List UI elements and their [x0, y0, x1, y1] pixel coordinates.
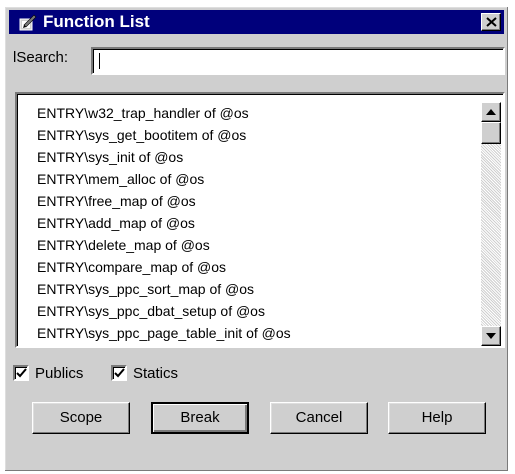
break-button[interactable]: Break — [151, 402, 249, 434]
search-label: lSearch: — [13, 49, 69, 66]
scroll-down-button[interactable] — [481, 326, 501, 346]
function-listbox[interactable]: ENTRY\w32_trap_handler of @os ENTRY\sys_… — [15, 92, 505, 348]
statics-checkbox[interactable] — [111, 365, 127, 381]
publics-label: Publics — [35, 364, 84, 382]
text-caret — [99, 53, 100, 69]
window-title: Function List — [43, 12, 150, 31]
scroll-up-button[interactable] — [481, 102, 501, 122]
list-item[interactable]: ENTRY\sys_ppc_sort_map of @os — [37, 278, 477, 300]
list-item[interactable]: ENTRY\delete_map of @os — [37, 234, 477, 256]
list-item[interactable]: ENTRY\sys_get_bootitem of @os — [37, 124, 477, 146]
arrow-down-icon — [486, 333, 496, 339]
arrow-up-icon — [486, 109, 496, 115]
checkmark-icon — [16, 368, 27, 378]
checkmark-icon — [114, 368, 125, 378]
statics-label: Statics — [133, 364, 179, 382]
scope-button[interactable]: Scope — [32, 402, 130, 434]
function-list-items: ENTRY\w32_trap_handler of @os ENTRY\sys_… — [37, 102, 477, 344]
function-list-dialog: Function List lSearch: ENTRY\w32_trap_ha… — [4, 6, 509, 472]
list-item[interactable]: ENTRY\sys_ppc_dbat_setup of @os — [37, 300, 477, 322]
list-item[interactable]: ENTRY\mem_alloc of @os — [37, 168, 477, 190]
list-item[interactable]: ENTRY\free_map of @os — [37, 190, 477, 212]
title-bar: Function List — [9, 10, 504, 34]
close-button[interactable] — [481, 13, 501, 31]
cancel-button[interactable]: Cancel — [270, 402, 368, 434]
help-button[interactable]: Help — [388, 402, 486, 434]
vertical-scrollbar[interactable] — [481, 102, 501, 346]
list-item[interactable]: ENTRY\sys_init of @os — [37, 146, 477, 168]
list-item[interactable]: ENTRY\compare_map of @os — [37, 256, 477, 278]
publics-checkbox-group[interactable]: Publics — [13, 363, 83, 383]
statics-checkbox-group[interactable]: Statics — [111, 363, 178, 383]
scroll-thumb[interactable] — [481, 122, 501, 144]
search-input[interactable] — [91, 47, 505, 75]
close-icon — [486, 17, 497, 27]
list-item[interactable]: ENTRY\add_map of @os — [37, 212, 477, 234]
function-list-icon — [19, 14, 37, 31]
publics-checkbox[interactable] — [13, 365, 29, 381]
list-item[interactable]: ENTRY\w32_trap_handler of @os — [37, 102, 477, 124]
list-item[interactable]: ENTRY\sys_ppc_page_table_init of @os — [37, 322, 477, 344]
